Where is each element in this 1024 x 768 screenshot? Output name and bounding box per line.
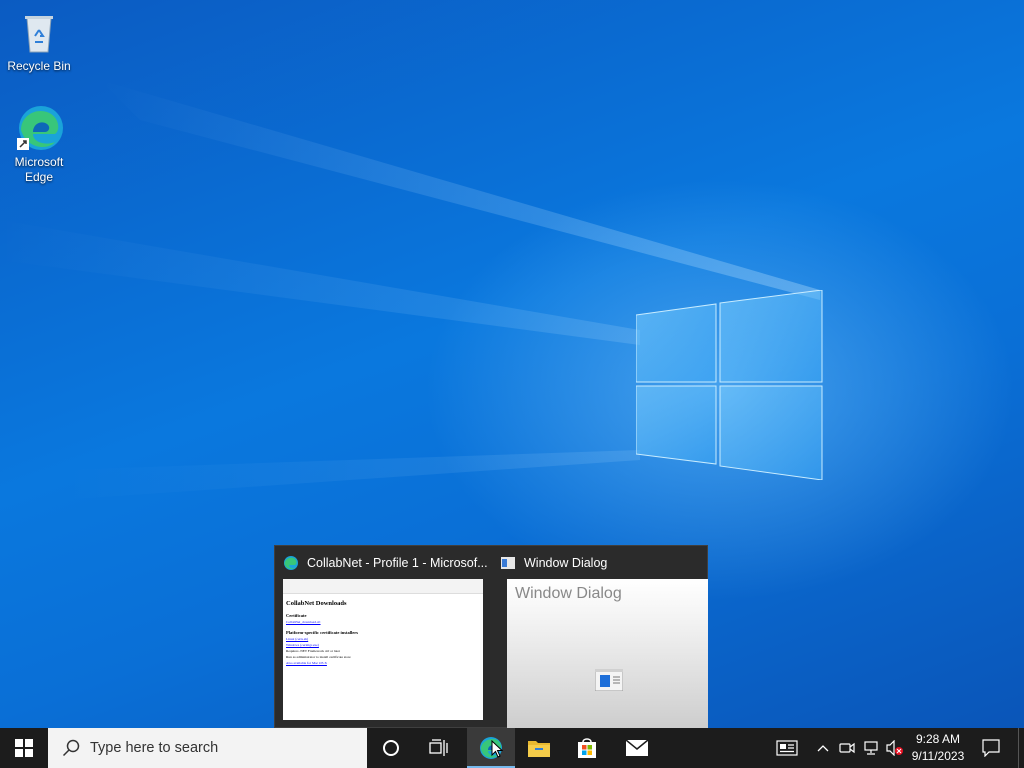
taskbar-mail-button[interactable] (613, 728, 661, 768)
taskbar-clock[interactable]: 9:28 AM 9/11/2023 (906, 728, 970, 768)
network-button[interactable] (860, 728, 882, 768)
thumbnail-title-row: CollabNet - Profile 1 - Microsof... (283, 554, 488, 572)
preview-heading: CollabNet Downloads (286, 600, 347, 607)
window-dialog-icon (501, 557, 515, 569)
search-icon (62, 739, 80, 757)
search-placeholder: Type here to search (90, 740, 219, 756)
task-view-icon (429, 739, 448, 756)
thumbnail-preview: CollabNet Downloads Certificate CollabNe… (283, 579, 483, 720)
microsoft-store-icon (578, 738, 596, 758)
taskbar-thumbnail-flyout: CollabNet - Profile 1 - Microsof... Coll… (274, 545, 708, 729)
volume-muted-icon (886, 740, 903, 756)
taskbar-microsoft-store-button[interactable] (563, 728, 611, 768)
desktop-icon-recycle-bin[interactable]: Recycle Bin (4, 8, 74, 74)
cortana-button[interactable] (367, 728, 415, 768)
preview-link: CollabNet_download.crt (286, 620, 321, 624)
meet-now-button[interactable] (836, 728, 858, 768)
thumbnail-title: Window Dialog (524, 556, 608, 570)
windows-logo-wallpaper (636, 290, 823, 480)
recycle-bin-icon (15, 8, 63, 56)
windows-start-icon (15, 739, 33, 757)
edge-icon (284, 556, 298, 570)
desktop-icon-microsoft-edge[interactable]: Microsoft Edge (4, 104, 74, 185)
desktop-icon-label: Recycle Bin (7, 59, 71, 73)
volume-button[interactable] (884, 728, 906, 768)
clock-time: 9:28 AM (915, 732, 961, 746)
thumbnail-window-dialog[interactable]: Window Dialog Window Dialog (492, 546, 708, 729)
preview-item: Also available for Mac OS X (286, 661, 327, 665)
task-view-button[interactable] (415, 728, 463, 768)
dialog-app-icon (595, 669, 623, 691)
mouse-cursor-icon (491, 740, 503, 758)
chevron-up-icon (817, 745, 829, 752)
action-center-button[interactable] (976, 728, 1006, 768)
preview-heading: Window Dialog (515, 585, 622, 602)
preview-item: Run as administrator to install certific… (286, 655, 351, 659)
news-icon (776, 740, 798, 756)
preview-item: Linux (certs.sh) (286, 637, 309, 641)
edge-icon (15, 104, 63, 152)
cortana-icon (383, 740, 399, 756)
preview-section: Platform-specific certificate installers (286, 630, 358, 635)
taskbar: Type here to search 9:28 AM 9/11/2023 (0, 728, 1024, 768)
browser-toolbar-mini (283, 579, 483, 594)
file-explorer-icon (528, 741, 550, 757)
preview-section: Certificate (286, 613, 307, 618)
start-button[interactable] (0, 728, 48, 768)
taskbar-file-explorer-button[interactable] (515, 728, 563, 768)
clock-date: 9/11/2023 (911, 749, 965, 763)
thumbnail-title-row: Window Dialog (500, 554, 607, 572)
thumbnail-title: CollabNet - Profile 1 - Microsof... (307, 556, 488, 570)
preview-item: Windows (certmgr.exe) (286, 643, 319, 647)
show-hidden-icons-button[interactable] (812, 728, 834, 768)
preview-item: Requires .NET Framework 4.0 or later (286, 649, 341, 653)
meet-now-icon (839, 742, 855, 754)
desktop-icon-label: Microsoft Edge (14, 155, 64, 184)
mail-icon (625, 739, 649, 756)
thumbnail-edge-window[interactable]: CollabNet - Profile 1 - Microsof... Coll… (275, 546, 491, 729)
action-center-icon (982, 739, 1000, 757)
taskbar-edge-button[interactable] (467, 728, 515, 768)
thumbnail-preview: Window Dialog (507, 579, 708, 729)
network-icon (864, 741, 878, 755)
show-desktop-button[interactable] (1018, 728, 1024, 768)
taskbar-search-box[interactable]: Type here to search (48, 728, 367, 768)
news-button[interactable] (770, 728, 804, 768)
